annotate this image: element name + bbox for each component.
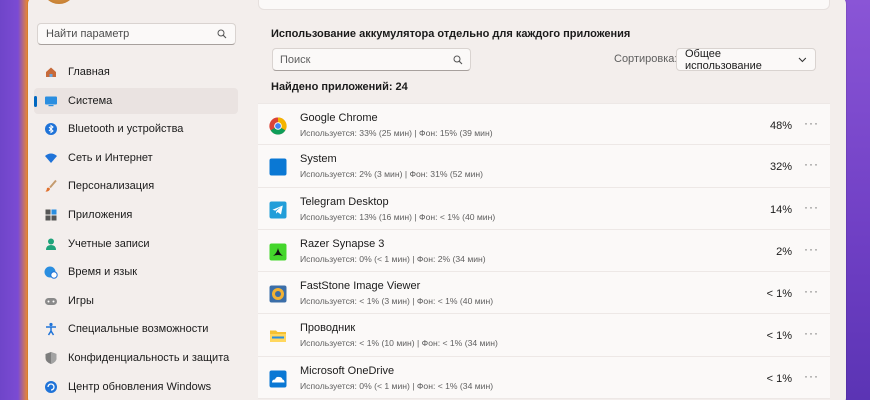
sidebar-item-windows-update[interactable]: Центр обновления Windows bbox=[34, 374, 238, 400]
chevron-down-icon bbox=[798, 57, 807, 62]
search-icon bbox=[453, 55, 463, 64]
onedrive-icon bbox=[269, 370, 287, 388]
sidebar-item-gaming[interactable]: Игры bbox=[34, 288, 238, 314]
home-icon bbox=[44, 65, 58, 79]
app-usage-detail: Используется: 13% (16 мин) | Фон: < 1% (… bbox=[300, 211, 496, 222]
system-app-icon bbox=[269, 158, 287, 176]
app-usage-list: Google Chrome Используется: 33% (25 мин)… bbox=[258, 103, 830, 400]
shield-icon bbox=[44, 351, 58, 365]
app-usage-percent: < 1% bbox=[766, 288, 792, 301]
app-usage-detail: Используется: 0% (< 1 мин) | Фон: < 1% (… bbox=[300, 380, 494, 391]
app-usage-percent: 2% bbox=[776, 245, 792, 258]
razer-icon bbox=[269, 243, 287, 261]
sidebar-item-bluetooth[interactable]: Bluetooth и устройства bbox=[34, 116, 238, 142]
sidebar-item-time-language[interactable]: Время и язык bbox=[34, 259, 238, 285]
sort-dropdown[interactable]: Общее использование bbox=[676, 47, 816, 72]
more-options-button[interactable]: ··· bbox=[804, 326, 819, 340]
sidebar-item-label: Учетные записи bbox=[68, 237, 150, 250]
more-options-button[interactable]: ··· bbox=[804, 157, 819, 171]
app-name: Telegram Desktop bbox=[300, 195, 389, 208]
settings-window: Найти параметр Главная Система Bluetooth… bbox=[28, 0, 846, 400]
app-name: System bbox=[300, 153, 337, 166]
app-usage-percent: < 1% bbox=[766, 372, 792, 385]
accessibility-icon bbox=[44, 322, 58, 336]
app-usage-percent: 14% bbox=[769, 203, 792, 216]
app-usage-detail: Используется: < 1% (3 мин) | Фон: < 1% (… bbox=[300, 296, 494, 307]
list-item[interactable]: Проводник Используется: < 1% (10 мин) | … bbox=[258, 314, 830, 357]
sidebar-item-accounts[interactable]: Учетные записи bbox=[34, 231, 238, 257]
sidebar-item-personalization[interactable]: Персонализация bbox=[34, 173, 238, 199]
sidebar-item-label: Bluetooth и устройства bbox=[68, 123, 184, 136]
sidebar-item-label: Главная bbox=[68, 66, 110, 78]
sidebar: Найти параметр Главная Система Bluetooth… bbox=[28, 0, 250, 400]
app-usage-percent: 48% bbox=[769, 120, 792, 132]
app-usage-detail: Используется: 2% (3 мин) | Фон: 31% (52 … bbox=[300, 169, 484, 180]
sidebar-item-apps[interactable]: Приложения bbox=[34, 202, 238, 228]
app-usage-percent: < 1% bbox=[766, 330, 792, 343]
section-title: Использование аккумулятора отдельно для … bbox=[271, 28, 631, 40]
globe-clock-icon bbox=[44, 265, 58, 279]
app-name: Google Chrome bbox=[300, 112, 378, 124]
list-item[interactable]: Telegram Desktop Используется: 13% (16 м… bbox=[258, 187, 830, 230]
sidebar-item-label: Центр обновления Windows bbox=[68, 380, 212, 393]
folder-icon bbox=[270, 330, 286, 343]
sidebar-item-label: Персонализация bbox=[68, 180, 155, 193]
more-options-button[interactable]: ··· bbox=[804, 200, 819, 214]
bluetooth-icon bbox=[44, 122, 58, 136]
list-item[interactable]: System Используется: 2% (3 мин) | Фон: 3… bbox=[258, 145, 830, 188]
sidebar-item-label: Специальные возможности bbox=[68, 323, 209, 336]
system-display-icon bbox=[44, 94, 58, 108]
telegram-icon bbox=[269, 201, 287, 219]
sidebar-item-privacy[interactable]: Конфиденциальность и защита bbox=[34, 345, 238, 371]
app-search-input[interactable]: Поиск bbox=[272, 48, 471, 71]
more-options-button[interactable]: ··· bbox=[804, 284, 819, 298]
list-item[interactable]: Microsoft OneDrive Используется: 0% (< 1… bbox=[258, 356, 830, 400]
wifi-icon bbox=[44, 151, 58, 165]
sidebar-item-label: Конфиденциальность и защита bbox=[68, 351, 230, 364]
faststone-icon bbox=[269, 285, 287, 303]
more-options-button[interactable]: ··· bbox=[804, 369, 819, 383]
previous-section-card bbox=[258, 0, 830, 10]
sidebar-item-label: Игры bbox=[68, 294, 94, 307]
sidebar-nav: Главная Система Bluetooth и устройства С… bbox=[34, 59, 238, 400]
update-icon bbox=[44, 380, 58, 394]
sort-label: Сортировка: bbox=[614, 53, 678, 65]
app-usage-detail: Используется: < 1% (10 мин) | Фон: < 1% … bbox=[300, 338, 498, 349]
sidebar-item-label: Приложения bbox=[68, 208, 133, 221]
apps-found-count: Найдено приложений: 24 bbox=[271, 81, 408, 93]
account-icon bbox=[44, 237, 58, 251]
avatar[interactable] bbox=[42, 0, 76, 4]
sidebar-item-home[interactable]: Главная bbox=[34, 59, 238, 85]
battery-usage-panel: Использование аккумулятора отдельно для … bbox=[258, 0, 830, 400]
app-usage-percent: 32% bbox=[769, 161, 792, 174]
sidebar-item-system[interactable]: Система bbox=[34, 87, 238, 114]
app-search-placeholder: Поиск bbox=[280, 53, 311, 66]
sort-selected-value: Общее использование bbox=[685, 47, 762, 72]
search-icon bbox=[217, 29, 227, 39]
sidebar-item-label: Сеть и Интернет bbox=[68, 151, 153, 164]
app-name: Проводник bbox=[300, 322, 356, 335]
more-options-button[interactable]: ··· bbox=[804, 116, 819, 130]
more-options-button[interactable]: ··· bbox=[804, 242, 819, 256]
list-item[interactable]: Razer Synapse 3 Используется: 0% (< 1 ми… bbox=[258, 229, 830, 273]
sidebar-item-accessibility[interactable]: Специальные возможности bbox=[34, 316, 238, 342]
sidebar-item-network[interactable]: Сеть и Интернет bbox=[34, 145, 238, 171]
sidebar-item-label: Время и язык bbox=[68, 266, 138, 279]
app-name: Razer Synapse 3 bbox=[300, 237, 385, 250]
settings-search-input[interactable]: Найти параметр bbox=[37, 23, 236, 45]
sidebar-item-label: Система bbox=[68, 94, 113, 107]
chrome-icon bbox=[269, 117, 287, 135]
gamepad-icon bbox=[44, 294, 58, 308]
apps-icon bbox=[44, 208, 58, 222]
list-item[interactable]: FastStone Image Viewer Используется: < 1… bbox=[258, 272, 830, 315]
app-name: Microsoft OneDrive bbox=[300, 364, 395, 377]
settings-search-placeholder: Найти параметр bbox=[46, 28, 130, 40]
app-usage-detail: Используется: 0% (< 1 мин) | Фон: 2% (34… bbox=[300, 253, 486, 264]
list-item[interactable]: Google Chrome Используется: 33% (25 мин)… bbox=[258, 103, 830, 146]
app-usage-detail: Используется: 33% (25 мин) | Фон: 15% (3… bbox=[300, 128, 493, 138]
app-name: FastStone Image Viewer bbox=[300, 280, 421, 293]
brush-icon bbox=[44, 179, 58, 193]
